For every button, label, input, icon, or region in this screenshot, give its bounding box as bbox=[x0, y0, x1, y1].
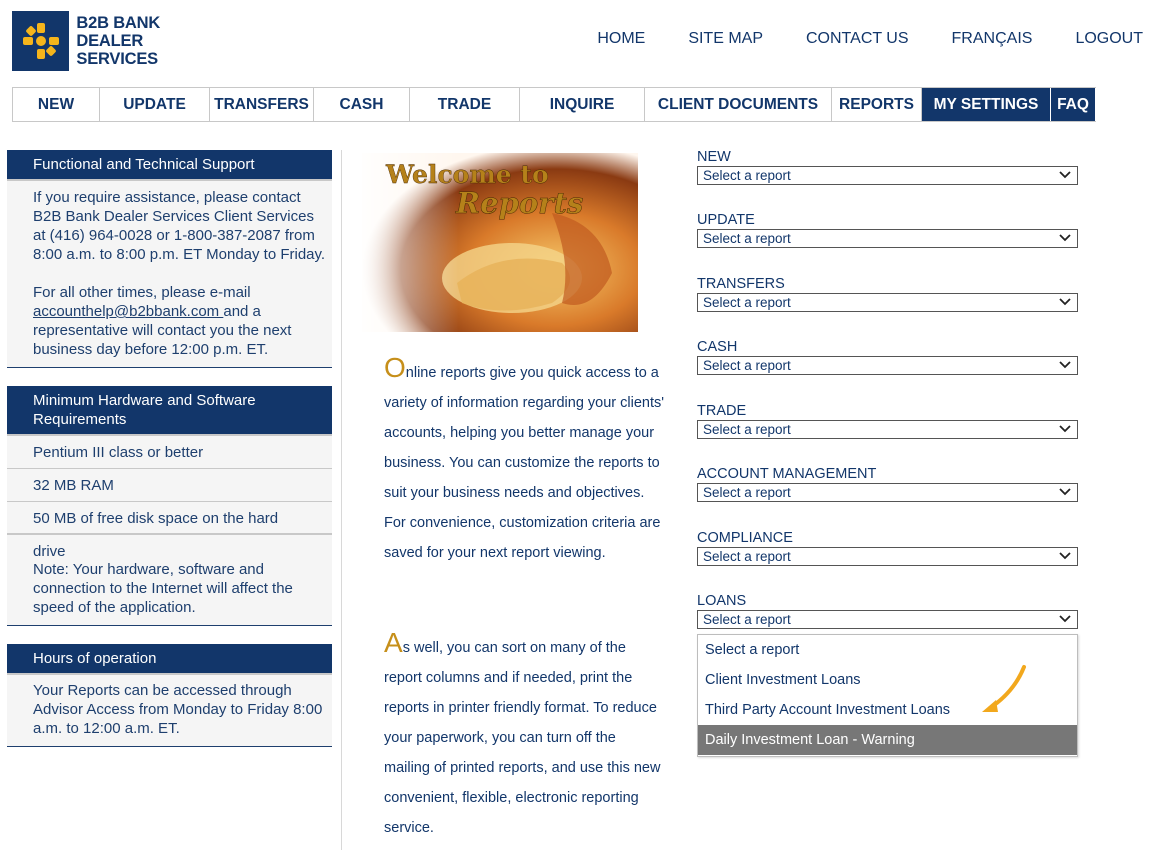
chevron-down-icon bbox=[1059, 298, 1071, 306]
support-email-link[interactable]: accounthelp@b2bbank.com bbox=[33, 303, 223, 320]
brand-logo[interactable]: B2B BANK DEALER SERVICES bbox=[12, 11, 220, 71]
top-link-site-map[interactable]: SITE MAP bbox=[688, 30, 763, 48]
top-link-contact-us[interactable]: CONTACT US bbox=[806, 30, 909, 48]
intro-paragraph-2: As well, you can sort on many of the rep… bbox=[384, 629, 664, 843]
top-link-francais[interactable]: FRANÇAIS bbox=[952, 30, 1033, 48]
report-label-update: UPDATE bbox=[697, 212, 755, 228]
report-select-account-management[interactable]: Select a report bbox=[697, 483, 1078, 502]
brand-line1: B2B BANK bbox=[76, 14, 161, 32]
report-group-new: NEW Select a report bbox=[697, 150, 1078, 185]
report-select-update[interactable]: Select a report bbox=[697, 229, 1078, 248]
tab-my-settings[interactable]: MY SETTINGS bbox=[922, 88, 1051, 121]
hardware-heading: Minimum Hardware and Software Requiremen… bbox=[7, 386, 332, 436]
hours-heading: Hours of operation bbox=[7, 644, 332, 675]
banner-line1: Welcome to bbox=[385, 160, 549, 189]
intro-paragraph-1: Online reports give you quick access to … bbox=[384, 354, 665, 568]
welcome-to-reports-banner: Welcome to Reports bbox=[362, 153, 638, 332]
report-group-update: UPDATE Select a report bbox=[697, 213, 1078, 248]
chevron-down-icon bbox=[1059, 488, 1071, 496]
top-link-logout[interactable]: LOGOUT bbox=[1075, 30, 1143, 48]
report-label-compliance: COMPLIANCE bbox=[697, 530, 793, 546]
brand-name: B2B BANK DEALER SERVICES bbox=[76, 14, 220, 68]
chevron-down-icon bbox=[1059, 234, 1071, 242]
support-body: If you require assistance, please contac… bbox=[7, 181, 332, 368]
tab-update[interactable]: UPDATE bbox=[100, 88, 210, 121]
chevron-down-icon bbox=[1059, 615, 1071, 623]
report-label-trade: TRADE bbox=[697, 403, 747, 419]
tab-reports[interactable]: REPORTS bbox=[832, 88, 922, 121]
tab-new[interactable]: NEW bbox=[13, 88, 100, 121]
banner-line2: Reports bbox=[455, 186, 583, 220]
dropcap-o: O bbox=[384, 352, 406, 383]
b2b-logo-icon bbox=[12, 11, 70, 71]
support-text: If you require assistance, please contac… bbox=[33, 189, 326, 263]
chevron-down-icon bbox=[1059, 361, 1071, 369]
report-select-new[interactable]: Select a report bbox=[697, 166, 1078, 185]
tab-transfers[interactable]: TRANSFERS bbox=[210, 88, 314, 121]
hardware-item: 50 MB of free disk space on the hard dri… bbox=[7, 502, 332, 560]
select-value: Select a report bbox=[703, 231, 791, 246]
dropdown-option[interactable]: Select a report bbox=[698, 635, 1077, 665]
tab-client-documents[interactable]: CLIENT DOCUMENTS bbox=[645, 88, 832, 121]
select-value: Select a report bbox=[703, 168, 791, 183]
hardware-item: 32 MB RAM bbox=[7, 469, 332, 502]
intro-text-1: nline reports give you quick access to a… bbox=[384, 365, 665, 561]
top-link-home[interactable]: HOME bbox=[597, 30, 645, 48]
main-navigation: NEW UPDATE TRANSFERS CASH TRADE INQUIRE … bbox=[12, 87, 1096, 122]
annotation-arrow-icon bbox=[982, 665, 1026, 712]
report-group-compliance: COMPLIANCE Select a report bbox=[697, 531, 1078, 566]
tab-trade[interactable]: TRADE bbox=[410, 88, 520, 121]
report-label-new: NEW bbox=[697, 149, 731, 165]
report-group-cash: CASH Select a report bbox=[697, 340, 1078, 375]
intro-text-2: s well, you can sort on many of the repo… bbox=[384, 640, 661, 836]
select-value: Select a report bbox=[703, 485, 791, 500]
report-group-transfers: TRANSFERS Select a report bbox=[697, 277, 1078, 312]
top-navigation: HOME SITE MAP CONTACT US FRANÇAIS LOGOUT bbox=[554, 30, 1143, 48]
report-label-account-management: ACCOUNT MANAGEMENT bbox=[697, 466, 877, 482]
tab-cash[interactable]: CASH bbox=[314, 88, 410, 121]
tab-inquire[interactable]: INQUIRE bbox=[520, 88, 645, 121]
report-label-transfers: TRANSFERS bbox=[697, 276, 785, 292]
dropdown-option-highlighted[interactable]: Daily Investment Loan - Warning bbox=[698, 725, 1077, 755]
select-value: Select a report bbox=[703, 295, 791, 310]
report-label-cash: CASH bbox=[697, 339, 738, 355]
report-group-account-management: ACCOUNT MANAGEMENT Select a report bbox=[697, 467, 1078, 502]
tab-faq[interactable]: FAQ bbox=[1051, 88, 1096, 121]
support-email-text: For all other times, please e-mail accou… bbox=[33, 283, 326, 359]
select-value: Select a report bbox=[703, 358, 791, 373]
support-heading: Functional and Technical Support bbox=[7, 150, 332, 181]
report-label-loans: LOANS bbox=[697, 593, 747, 609]
chevron-down-icon bbox=[1059, 425, 1071, 433]
report-select-transfers[interactable]: Select a report bbox=[697, 293, 1078, 312]
select-value: Select a report bbox=[703, 612, 791, 627]
report-group-trade: TRADE Select a report bbox=[697, 404, 1078, 439]
hardware-item: Pentium III class or better bbox=[7, 436, 332, 469]
chevron-down-icon bbox=[1059, 171, 1071, 179]
report-select-loans[interactable]: Select a report bbox=[697, 610, 1078, 629]
column-divider bbox=[341, 150, 342, 850]
hours-text: Your Reports can be accessed through Adv… bbox=[7, 675, 332, 747]
brand-line2: DEALER SERVICES bbox=[76, 32, 158, 68]
report-select-cash[interactable]: Select a report bbox=[697, 356, 1078, 375]
report-group-loans: LOANS Select a report bbox=[697, 594, 1078, 629]
support-email-before: For all other times, please e-mail bbox=[33, 284, 251, 301]
chevron-down-icon bbox=[1059, 552, 1071, 560]
sidebar: Functional and Technical Support If you … bbox=[7, 150, 332, 747]
report-select-trade[interactable]: Select a report bbox=[697, 420, 1078, 439]
dropcap-a: A bbox=[384, 627, 403, 658]
select-value: Select a report bbox=[703, 422, 791, 437]
report-select-compliance[interactable]: Select a report bbox=[697, 547, 1078, 566]
select-value: Select a report bbox=[703, 549, 791, 564]
